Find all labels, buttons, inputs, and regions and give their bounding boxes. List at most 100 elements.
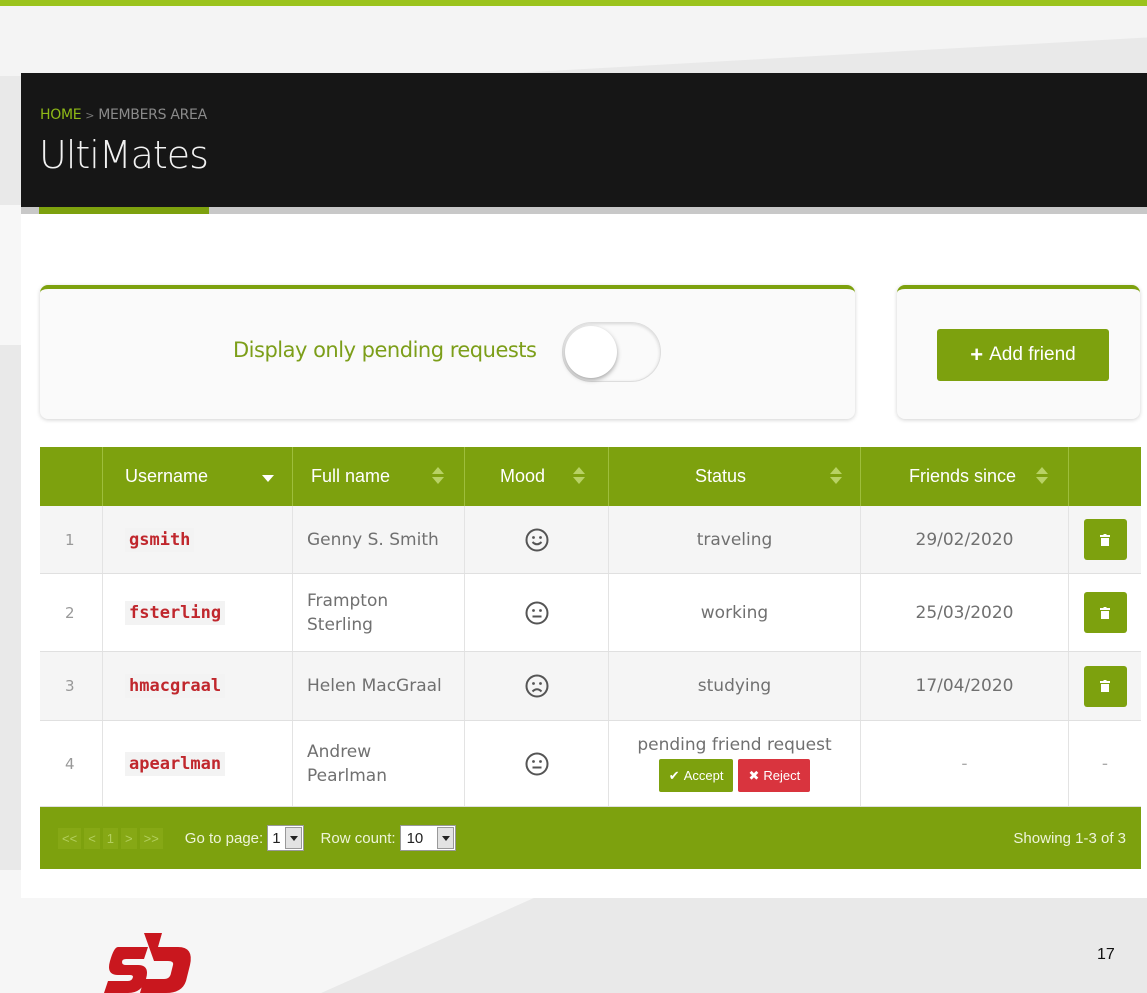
header-underline bbox=[21, 207, 1147, 214]
breadcrumb-home-link[interactable]: HOME bbox=[40, 107, 82, 123]
table-row: 4 apearlman Andrew Pearlman pending frie… bbox=[40, 721, 1141, 807]
filter-card: Display only pending requests bbox=[40, 285, 855, 419]
table-row: 3 hmacgraal Helen MacGraal studying 17/0… bbox=[40, 652, 1141, 721]
accept-button[interactable]: ✔ Accept bbox=[658, 759, 734, 792]
header-underline-accent bbox=[39, 207, 209, 214]
status: pending friend request bbox=[637, 735, 832, 755]
pager-first-button[interactable]: << bbox=[58, 827, 82, 849]
reject-label: Reject bbox=[763, 768, 801, 783]
reject-button[interactable]: ✖ Reject bbox=[738, 759, 811, 792]
username[interactable]: gsmith bbox=[125, 527, 195, 552]
happy-face-icon bbox=[525, 528, 548, 551]
accept-label: Accept bbox=[683, 768, 724, 783]
table-row: 1 gsmith Genny S. Smith traveling 29/02/… bbox=[40, 506, 1141, 574]
chevron-down-icon bbox=[437, 827, 455, 849]
page-title: UltiMates bbox=[39, 133, 209, 177]
chevron-down-icon bbox=[284, 827, 302, 849]
pagination: << < 1 > >> bbox=[58, 827, 163, 849]
column-header-label: Status bbox=[695, 466, 747, 486]
column-header-mood[interactable]: Mood bbox=[465, 447, 609, 506]
breadcrumb-current: MEMBERS AREA bbox=[98, 107, 207, 123]
table-row: 2 fsterling Frampton Sterling working 25… bbox=[40, 574, 1141, 652]
mood-cell bbox=[465, 574, 609, 651]
row-count-select[interactable]: 10 bbox=[399, 825, 457, 851]
delete-button[interactable] bbox=[1083, 592, 1127, 633]
request-actions: ✔ Accept ✖ Reject bbox=[658, 759, 811, 792]
column-header-friends-since[interactable]: Friends since bbox=[861, 447, 1069, 506]
pager-next-button[interactable]: > bbox=[121, 827, 137, 849]
column-header-status[interactable]: Status bbox=[609, 447, 861, 506]
column-header-actions bbox=[1069, 447, 1141, 506]
sad-face-icon bbox=[525, 674, 548, 698]
showing-count: Showing 1-3 of 3 bbox=[1013, 829, 1126, 847]
delete-button[interactable] bbox=[1083, 665, 1127, 707]
neutral-face-icon bbox=[525, 601, 548, 624]
pager-page-1-button[interactable]: 1 bbox=[102, 827, 119, 849]
mood-cell bbox=[465, 506, 609, 573]
sort-icon[interactable] bbox=[830, 467, 842, 485]
row-number: 3 bbox=[40, 652, 103, 720]
row-count-value: 10 bbox=[406, 829, 424, 847]
column-header-index bbox=[40, 447, 103, 506]
trash-icon bbox=[1100, 533, 1110, 546]
add-friend-button[interactable]: + Add friend bbox=[937, 329, 1109, 381]
toggle-knob bbox=[565, 326, 617, 378]
add-friend-label: Add friend bbox=[989, 344, 1076, 365]
row-number: 1 bbox=[40, 506, 103, 573]
column-header-username[interactable]: Username bbox=[103, 447, 293, 506]
sort-icon[interactable] bbox=[432, 467, 444, 485]
username[interactable]: hmacgraal bbox=[125, 674, 226, 698]
username-cell: apearlman bbox=[103, 721, 293, 806]
fullname: Frampton Sterling bbox=[293, 574, 465, 651]
fullname: Helen MacGraal bbox=[293, 652, 465, 720]
row-number: 4 bbox=[40, 721, 103, 806]
mood-cell bbox=[465, 652, 609, 720]
status-cell: pending friend request ✔ Accept ✖ Reject bbox=[609, 721, 861, 806]
table-footer: << < 1 > >> Go to page: 1 Row count: 10 … bbox=[40, 807, 1141, 869]
delete-button[interactable] bbox=[1083, 519, 1127, 560]
username[interactable]: fsterling bbox=[125, 600, 226, 625]
friends-since: - bbox=[861, 721, 1069, 806]
pending-filter-toggle[interactable] bbox=[562, 322, 661, 382]
breadcrumb-separator: > bbox=[85, 109, 95, 122]
row-count-label: Row count: bbox=[320, 829, 396, 847]
action-cell bbox=[1069, 574, 1141, 651]
column-header-fullname[interactable]: Full name bbox=[293, 447, 465, 506]
pending-filter-label: Display only pending requests bbox=[233, 338, 537, 362]
pager-last-button[interactable]: >> bbox=[139, 827, 163, 849]
add-friend-card: + Add friend bbox=[897, 285, 1140, 419]
background-shape bbox=[0, 6, 1147, 76]
sort-icon[interactable] bbox=[1036, 467, 1048, 485]
sb-logo bbox=[104, 933, 191, 993]
pager-prev-button[interactable]: < bbox=[84, 827, 100, 849]
column-header-label: Username bbox=[125, 466, 209, 486]
row-number: 2 bbox=[40, 574, 103, 651]
fullname: Andrew Pearlman bbox=[293, 721, 465, 806]
mood-cell bbox=[465, 721, 609, 806]
username-cell: fsterling bbox=[103, 574, 293, 651]
fullname: Genny S. Smith bbox=[293, 506, 465, 573]
friends-since: 25/03/2020 bbox=[861, 574, 1069, 651]
action-placeholder: - bbox=[1101, 753, 1109, 774]
trash-icon bbox=[1100, 680, 1110, 692]
column-header-label: Friends since bbox=[909, 466, 1017, 486]
slide-number: 17 bbox=[1097, 946, 1115, 963]
trash-icon bbox=[1100, 606, 1110, 619]
friends-since: 17/04/2020 bbox=[861, 652, 1069, 720]
page-header: HOME > MEMBERS AREA UltiMates bbox=[21, 73, 1147, 207]
friends-table: Username Full name Mood Status Friends s… bbox=[40, 447, 1141, 869]
username[interactable]: apearlman bbox=[125, 751, 226, 776]
status: studying bbox=[609, 652, 861, 720]
status: traveling bbox=[609, 506, 861, 573]
table-header: Username Full name Mood Status Friends s… bbox=[40, 447, 1141, 506]
plus-icon: + bbox=[970, 342, 984, 367]
status: working bbox=[609, 574, 861, 651]
check-icon: ✔ bbox=[668, 768, 680, 783]
goto-page-label: Go to page: bbox=[184, 829, 264, 847]
breadcrumb: HOME > MEMBERS AREA bbox=[40, 107, 207, 123]
sort-desc-icon[interactable] bbox=[262, 467, 274, 485]
sort-icon[interactable] bbox=[573, 467, 585, 485]
action-cell bbox=[1069, 652, 1141, 720]
friends-since: 29/02/2020 bbox=[861, 506, 1069, 573]
goto-page-select[interactable]: 1 bbox=[267, 825, 304, 851]
